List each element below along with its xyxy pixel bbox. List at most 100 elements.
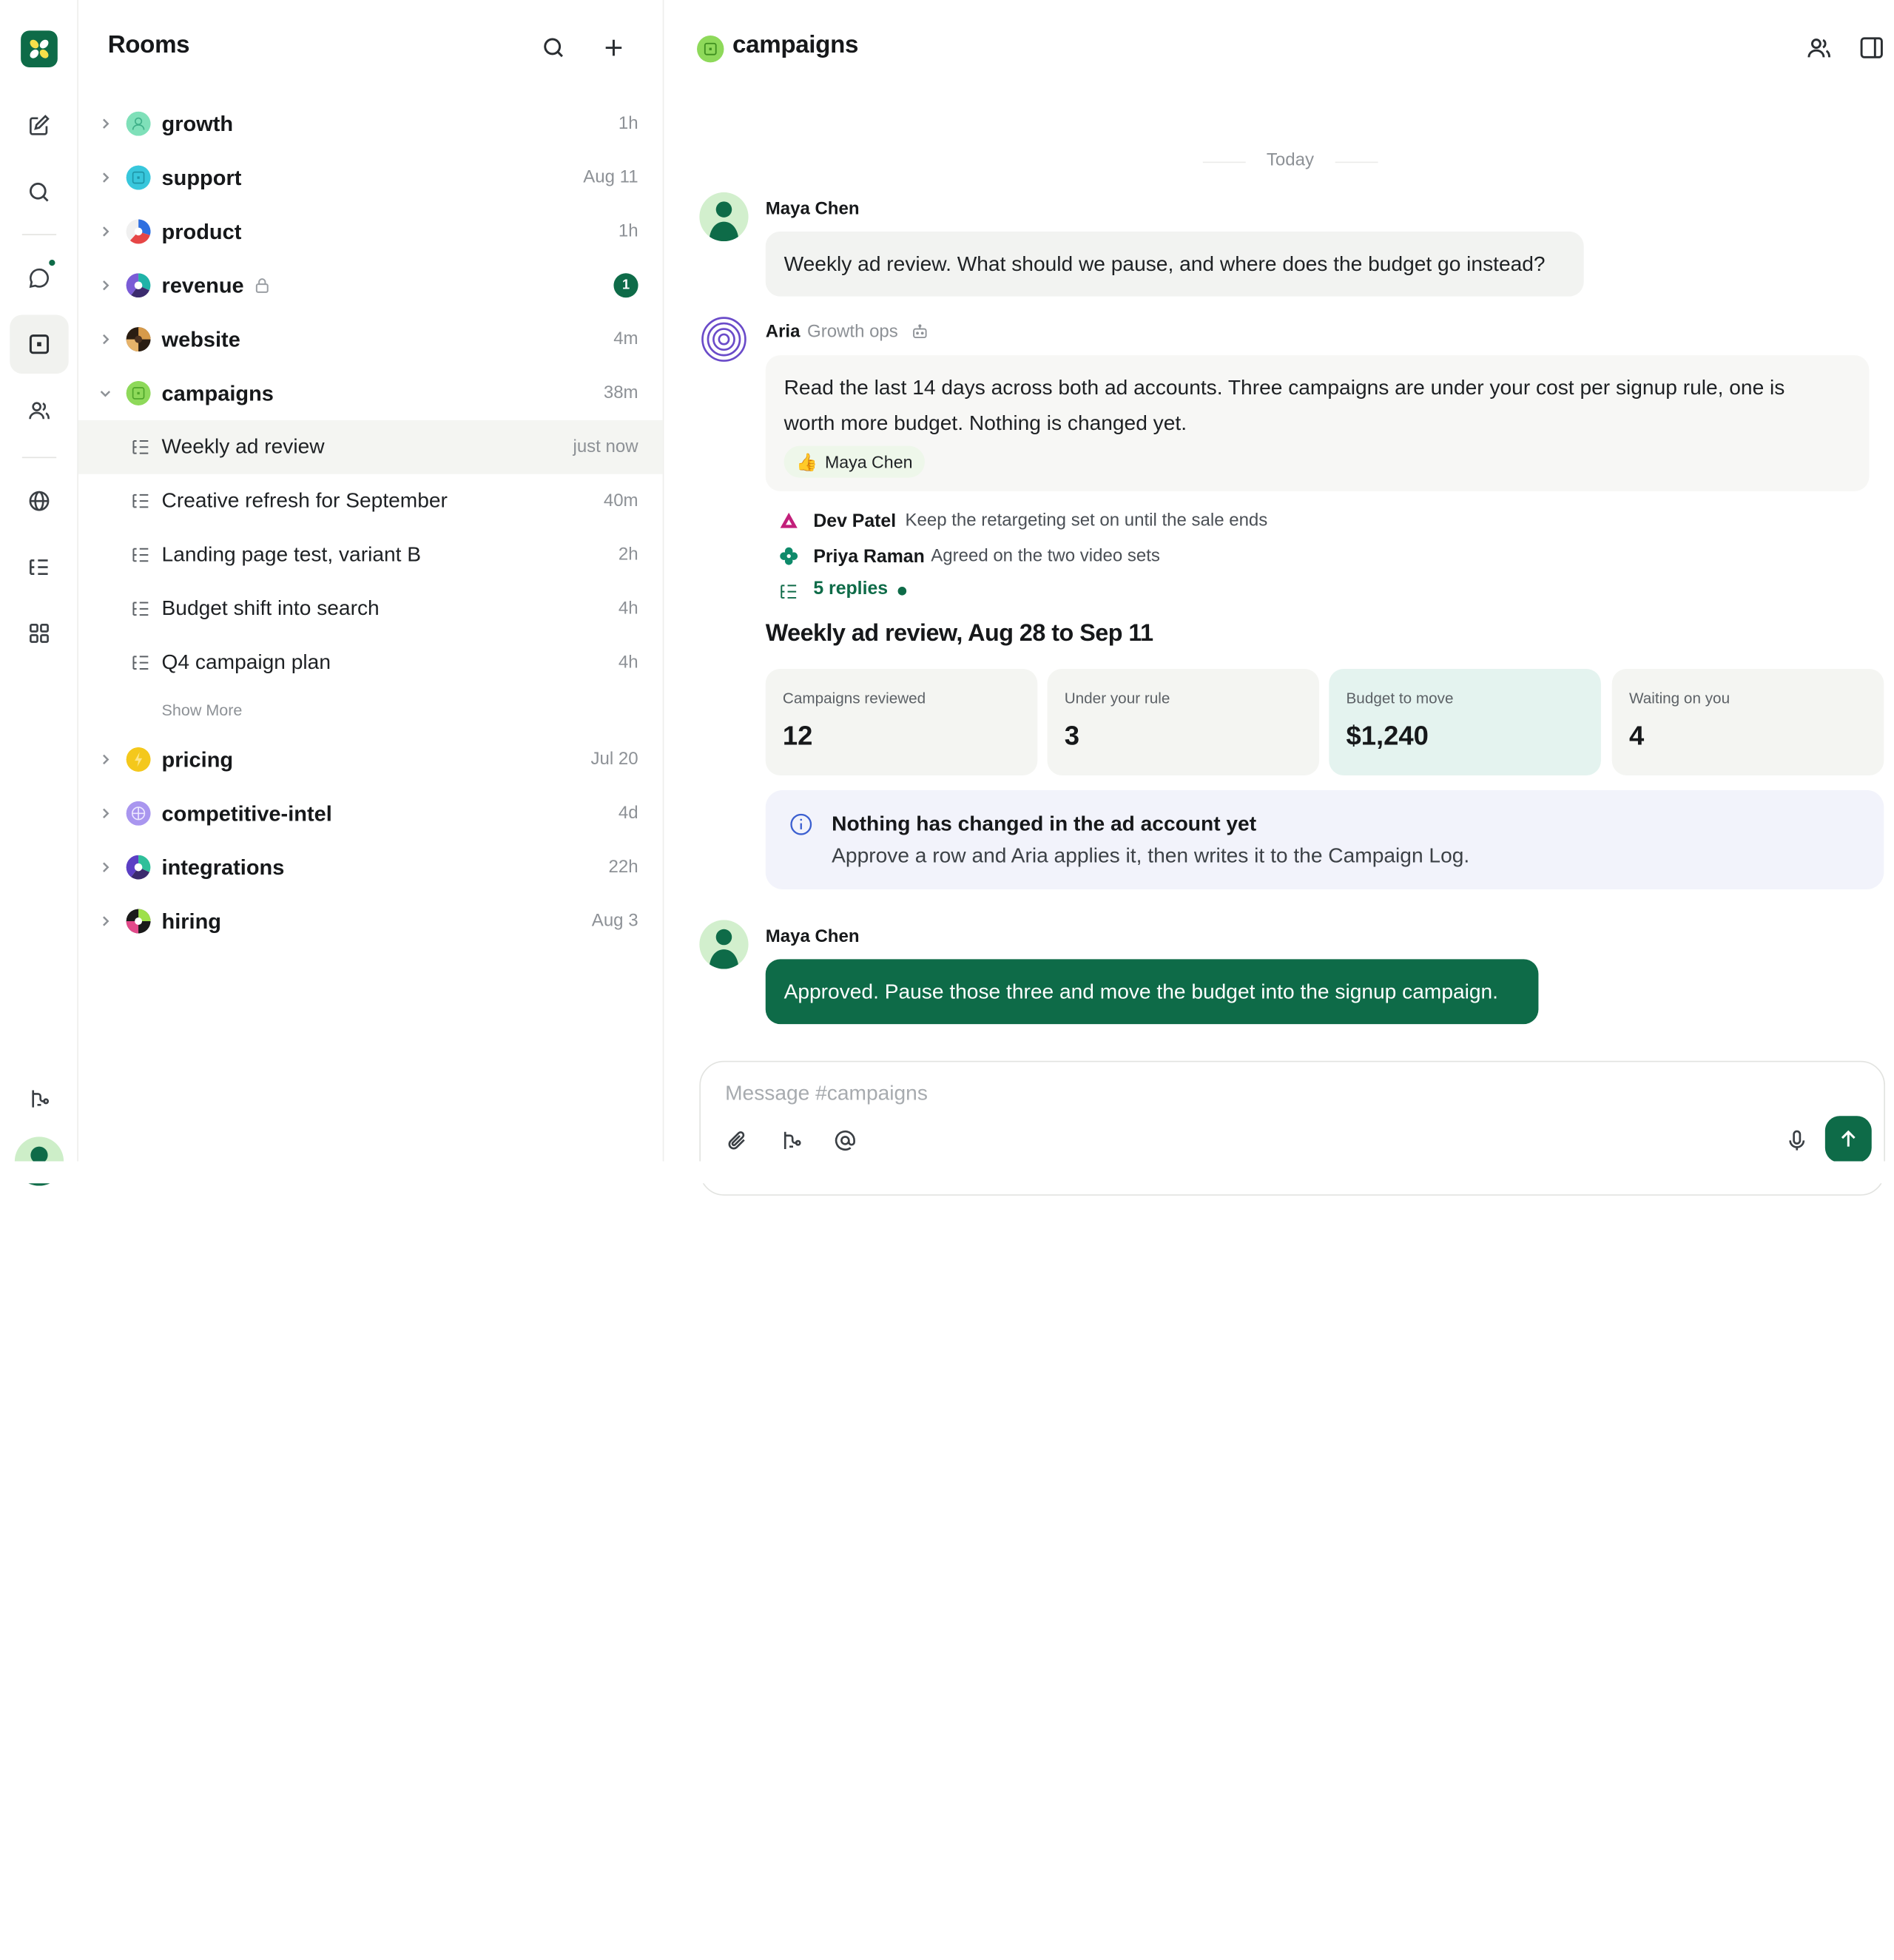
unread-dot	[47, 258, 57, 267]
reply-author: Priya Raman	[813, 545, 925, 567]
show-more-link[interactable]: Show More	[162, 701, 243, 719]
reply-text: Keep the retargeting set on until the sa…	[905, 511, 1268, 531]
stat-card-waiting-on-you: Waiting on you 4	[1611, 668, 1884, 775]
workflow-icon[interactable]	[775, 1125, 807, 1156]
message-author[interactable]: Maya Chen	[766, 927, 860, 946]
thread-item-landing-page-test[interactable]: Landing page test, variant B 2h	[78, 528, 663, 582]
room-icon-hiring	[126, 909, 151, 934]
room-icon-support	[126, 165, 151, 190]
app-window: Rooms growth 1h support Aug 11 product 1…	[0, 0, 1894, 1960]
stat-value: 4	[1628, 720, 1645, 751]
avatar[interactable]	[699, 920, 749, 969]
composer-placeholder[interactable]: Message #campaigns	[725, 1082, 928, 1106]
add-room-icon[interactable]	[598, 32, 630, 64]
thread-time: 40m	[603, 491, 638, 511]
message-author[interactable]: Maya Chen	[766, 200, 860, 219]
chevron-right-icon[interactable]	[98, 224, 112, 239]
globe-icon[interactable]	[10, 471, 68, 530]
thread-item-budget-shift[interactable]: Budget shift into search 4h	[78, 582, 663, 636]
stat-card-campaigns-reviewed: Campaigns reviewed 12	[765, 668, 1038, 775]
attach-icon[interactable]	[721, 1125, 753, 1156]
workflow-icon[interactable]	[10, 1069, 68, 1128]
room-icon-campaigns	[126, 380, 151, 406]
chevron-right-icon[interactable]	[98, 332, 112, 347]
aria-avatar[interactable]	[699, 314, 748, 363]
toggle-panel-icon[interactable]	[1856, 32, 1887, 64]
room-item-hiring[interactable]: hiring Aug 3	[78, 895, 663, 949]
message-text: Weekly ad review. What should we pause, …	[783, 252, 1546, 276]
thread-item-weekly-ad-review[interactable]: Weekly ad review just now	[78, 420, 663, 474]
chevron-right-icon[interactable]	[98, 170, 112, 185]
thread-icon	[131, 437, 150, 457]
room-item-website[interactable]: website 4m	[78, 312, 663, 366]
thread-item-q4-campaign-plan[interactable]: Q4 campaign plan 4h	[78, 636, 663, 690]
room-name: website	[161, 326, 240, 351]
members-icon[interactable]	[1803, 32, 1835, 64]
chevron-right-icon[interactable]	[98, 914, 112, 929]
thread-icon	[131, 653, 150, 672]
thread-icon	[131, 599, 150, 619]
thread-name: Creative refresh for September	[161, 488, 448, 513]
chevron-right-icon[interactable]	[98, 116, 112, 131]
thread-icon	[131, 491, 150, 511]
room-item-campaigns[interactable]: campaigns 38m	[78, 366, 663, 420]
chevron-right-icon[interactable]	[98, 278, 112, 293]
reply-author: Dev Patel	[813, 510, 897, 531]
message-author[interactable]: Aria	[766, 322, 801, 341]
stat-card-under-rule: Under your rule 3	[1047, 668, 1320, 775]
chevron-right-icon[interactable]	[98, 806, 112, 821]
thread-name: Weekly ad review	[161, 434, 325, 459]
reaction-chip[interactable]: 👍 Maya Chen	[783, 445, 926, 478]
day-label: Today	[1266, 150, 1314, 171]
stat-value: 12	[782, 720, 813, 751]
reply-preview[interactable]: Dev Patel Keep the retargeting set on un…	[779, 507, 1392, 533]
thread-item-creative-refresh[interactable]: Creative refresh for September 40m	[78, 474, 663, 528]
thread-time: just now	[573, 437, 638, 457]
people-icon[interactable]	[10, 381, 68, 440]
stat-value: 3	[1064, 720, 1079, 751]
room-item-growth[interactable]: growth 1h	[78, 97, 663, 151]
thread-name: Landing page test, variant B	[161, 542, 422, 566]
microphone-icon[interactable]	[1781, 1125, 1813, 1156]
compose-icon[interactable]	[10, 95, 68, 154]
reply-preview[interactable]: Priya Raman Agreed on the two video sets	[779, 542, 1392, 569]
room-time: Aug 3	[591, 911, 638, 932]
room-icon-pricing	[126, 747, 151, 772]
message-bubble: Approved. Pause those three and move the…	[765, 959, 1539, 1025]
rail-divider	[21, 457, 57, 459]
apps-grid-icon[interactable]	[10, 604, 68, 662]
room-item-competitive-intel[interactable]: competitive-intel 4d	[78, 787, 663, 841]
chat-icon[interactable]	[10, 249, 68, 307]
rail-divider	[21, 234, 57, 235]
thread-icon	[779, 582, 798, 601]
chevron-right-icon[interactable]	[98, 860, 112, 875]
mention-icon[interactable]	[829, 1125, 861, 1156]
thread-time: 2h	[618, 545, 638, 565]
room-item-pricing[interactable]: pricing Jul 20	[78, 733, 663, 787]
search-icon[interactable]	[10, 163, 68, 221]
room-name: integrations	[161, 854, 285, 879]
room-item-revenue[interactable]: revenue 1	[78, 258, 663, 312]
avatar[interactable]	[699, 192, 749, 242]
room-time: 22h	[608, 857, 638, 878]
rooms-icon[interactable]	[10, 314, 69, 374]
chevron-right-icon[interactable]	[98, 752, 112, 767]
room-item-support[interactable]: support Aug 11	[78, 151, 663, 205]
search-rooms-icon[interactable]	[538, 32, 570, 64]
chevron-down-icon[interactable]	[98, 386, 112, 401]
reply-text: Agreed on the two video sets	[931, 546, 1160, 566]
room-icon-revenue	[126, 273, 151, 298]
message-text-line: Read the last 14 days across both ad acc…	[783, 376, 1785, 400]
rooms-panel: Rooms growth 1h support Aug 11 product 1…	[78, 0, 664, 1162]
room-name: campaigns	[161, 380, 274, 405]
stat-label: Under your rule	[1064, 690, 1170, 707]
send-button[interactable]	[1824, 1116, 1872, 1163]
thumbs-up-icon: 👍	[796, 451, 818, 471]
room-item-product[interactable]: product 1h	[78, 204, 663, 258]
room-item-integrations[interactable]: integrations 22h	[78, 841, 663, 895]
room-time: 4d	[618, 804, 638, 824]
app-logo-icon[interactable]	[21, 30, 58, 68]
replies-link[interactable]: 5 replies	[813, 578, 888, 599]
separator-line	[1202, 161, 1246, 164]
threads-icon[interactable]	[10, 538, 68, 596]
